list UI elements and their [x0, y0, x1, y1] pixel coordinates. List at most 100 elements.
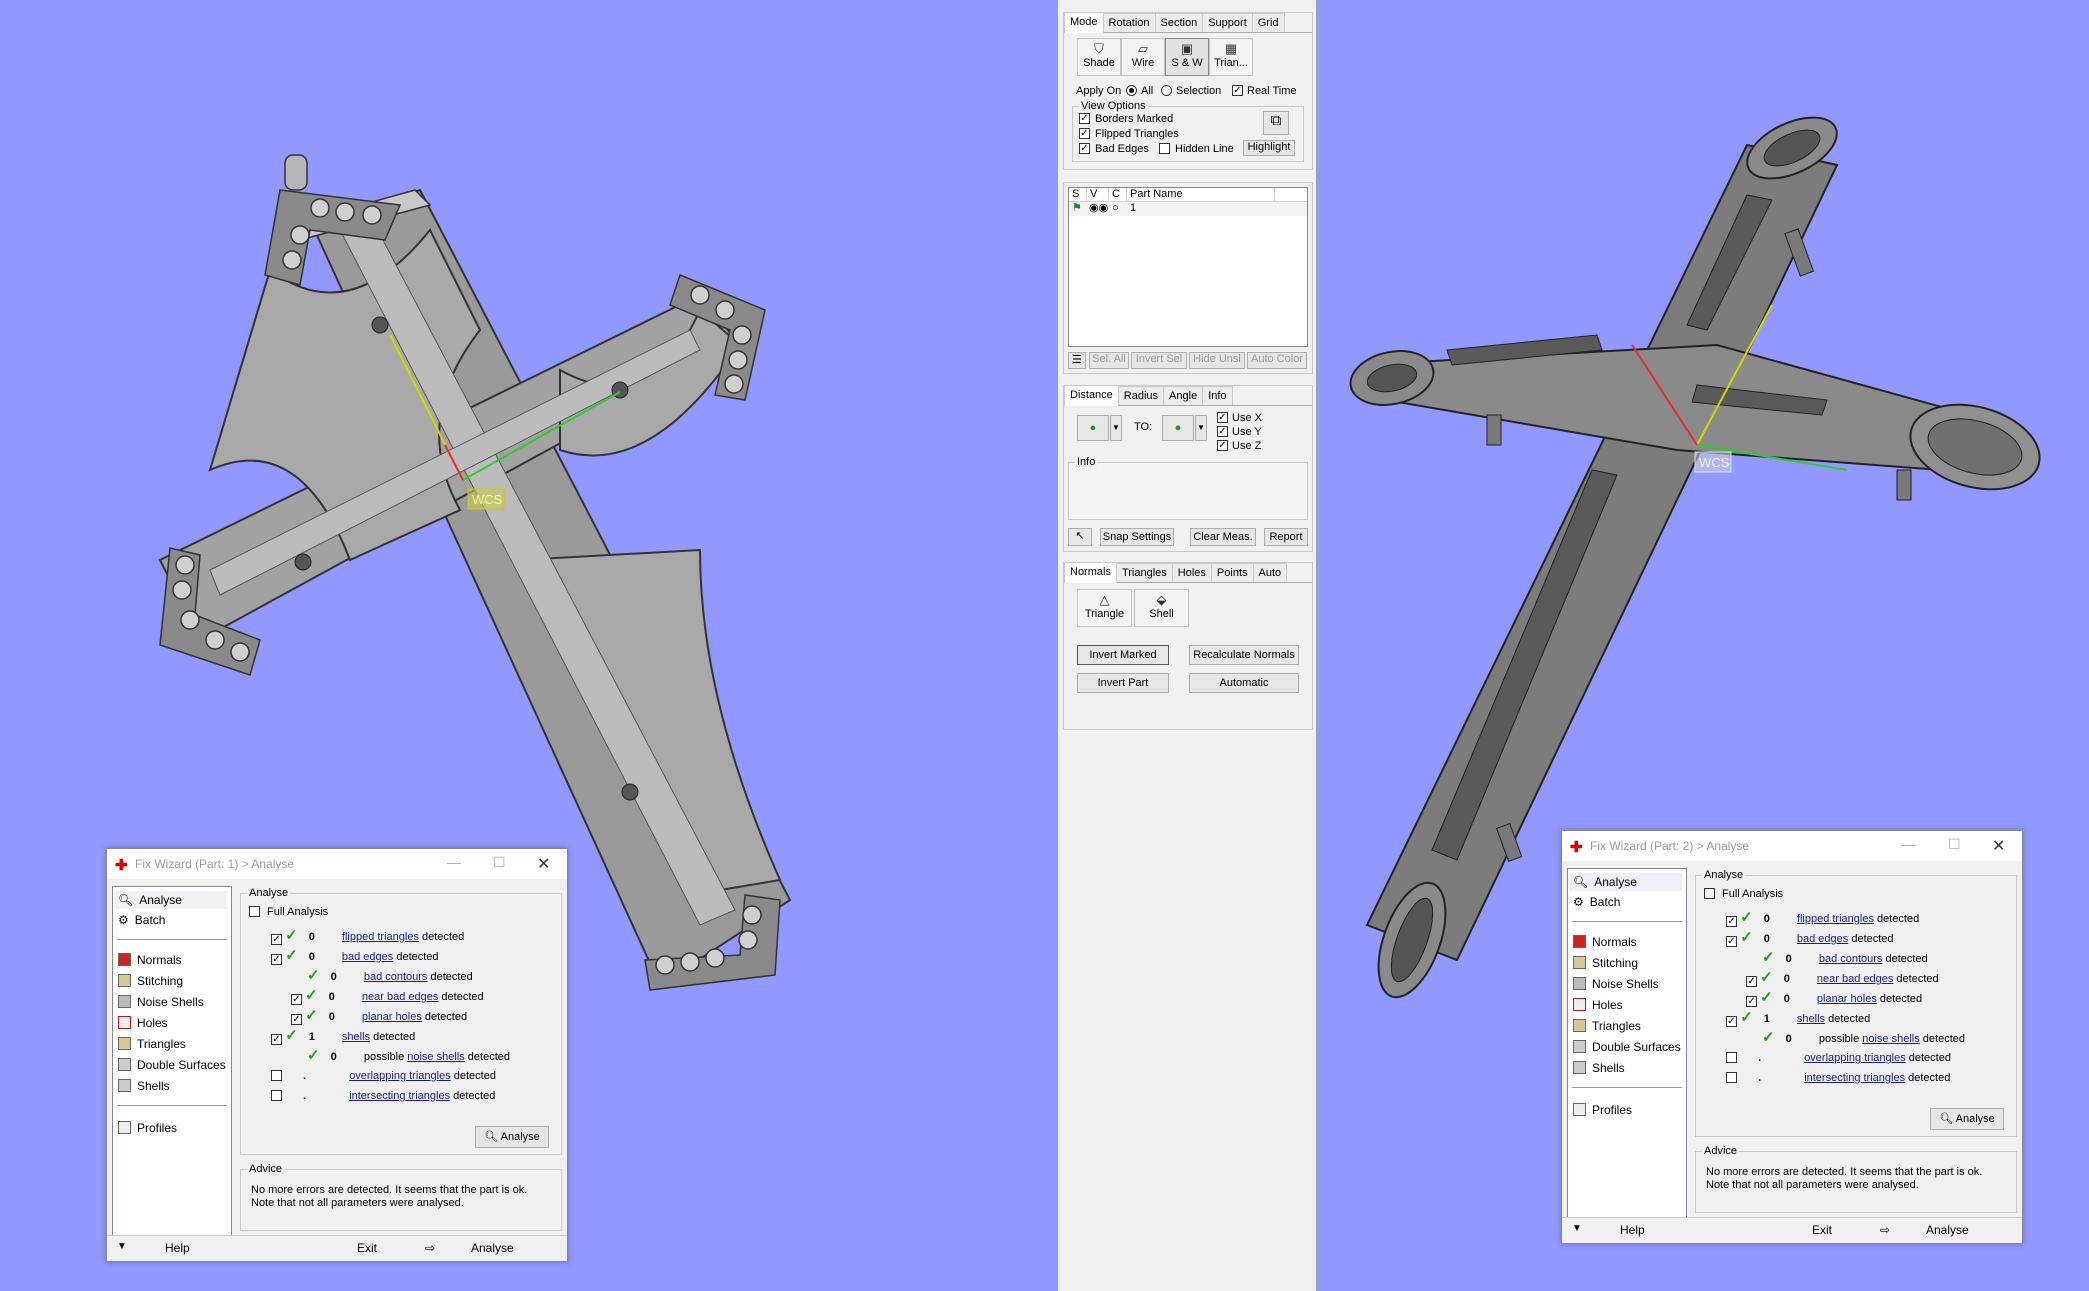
close-button[interactable]: ✕ — [1992, 836, 2005, 856]
tab-radius[interactable]: Radius — [1117, 386, 1165, 405]
sidebar-item-normals[interactable]: Normals — [1573, 933, 1637, 951]
list-options-button[interactable]: ☰ — [1068, 352, 1086, 369]
bad-contours-link[interactable]: bad contours — [1819, 953, 1883, 965]
minimize-button[interactable]: — — [447, 854, 461, 870]
footer-analyse-button[interactable]: Analyse — [1926, 1223, 1969, 1237]
tab-support[interactable]: Support — [1202, 13, 1253, 32]
flipped-triangles-checkbox[interactable]: ✓ — [1079, 128, 1090, 139]
sidebar-item-holes[interactable]: Holes — [118, 1014, 168, 1032]
sidebar-item-triangles[interactable]: Triangles — [1573, 1017, 1641, 1035]
near-bad-edges-checkbox[interactable]: ✓ — [1746, 976, 1757, 987]
view-cube-button[interactable]: ⧉ — [1263, 111, 1289, 135]
chevron-down-icon[interactable]: ▼ — [117, 1241, 127, 1252]
hidden-line-checkbox[interactable] — [1159, 143, 1170, 154]
near-bad-edges-checkbox[interactable]: ✓ — [291, 994, 302, 1005]
invert-marked-button[interactable]: Invert Marked — [1077, 645, 1169, 665]
maximize-button[interactable]: ☐ — [493, 854, 506, 871]
tab-distance[interactable]: Distance — [1064, 385, 1119, 406]
recalculate-normals-button[interactable]: Recalculate Normals — [1189, 645, 1299, 665]
sidebar-item-profiles[interactable]: Profiles — [1573, 1101, 1632, 1119]
to-point-button[interactable]: ● — [1162, 415, 1194, 441]
bad-edges-checkbox[interactable]: ✓ — [1079, 143, 1090, 154]
sidebar-item-profiles[interactable]: Profiles — [118, 1119, 177, 1137]
sidebar-item-noise-shells[interactable]: Noise Shells — [118, 993, 204, 1011]
apply-selection-radio[interactable] — [1161, 85, 1172, 96]
pointer-button[interactable]: ↖ — [1068, 528, 1092, 546]
tab-angle[interactable]: Angle — [1163, 386, 1204, 405]
overlapping-triangles-link[interactable]: overlapping triangles — [1804, 1052, 1906, 1064]
exit-button[interactable]: Exit — [1812, 1223, 1832, 1237]
triangles-button[interactable]: ▦ Trian... — [1209, 38, 1253, 76]
noise-shells-link[interactable]: noise shells — [1862, 1033, 1919, 1045]
shells-checkbox[interactable]: ✓ — [271, 1034, 282, 1045]
chevron-down-icon[interactable]: ▼ — [1572, 1223, 1582, 1234]
analyse-button[interactable]: 🔍︎ Analyse — [475, 1126, 549, 1148]
flipped-triangles-checkbox[interactable]: ✓ — [271, 934, 282, 945]
report-button[interactable]: Report — [1264, 528, 1308, 546]
tab-grid[interactable]: Grid — [1251, 13, 1285, 32]
planar-holes-link[interactable]: planar holes — [1817, 993, 1877, 1005]
flipped-triangles-link[interactable]: flipped triangles — [1797, 913, 1874, 925]
use-x-checkbox[interactable]: ✓ — [1217, 412, 1228, 423]
sidebar-item-shells[interactable]: Shells — [118, 1077, 170, 1095]
close-button[interactable]: ✕ — [537, 854, 550, 874]
help-button[interactable]: Help — [1620, 1223, 1645, 1237]
tab-rotation[interactable]: Rotation — [1102, 13, 1156, 32]
highlight-button[interactable]: Highlight — [1243, 140, 1295, 156]
flipped-triangles-checkbox[interactable]: ✓ — [1726, 916, 1737, 927]
footer-analyse-button[interactable]: Analyse — [471, 1241, 514, 1255]
analyse-button[interactable]: 🔍︎ Analyse — [1930, 1108, 2004, 1130]
to-dropdown[interactable]: ▼ — [1195, 415, 1207, 441]
part-row[interactable]: ⚑ ◉◉ ○ 1 — [1069, 202, 1307, 216]
sidebar-item-analyse[interactable]: 🔍︎ Analyse — [1570, 873, 1682, 891]
intersecting-triangles-checkbox[interactable] — [1726, 1072, 1737, 1083]
help-button[interactable]: Help — [165, 1241, 190, 1255]
invert-part-button[interactable]: Invert Part — [1077, 673, 1169, 693]
tab-holes[interactable]: Holes — [1171, 563, 1212, 582]
automatic-button[interactable]: Automatic — [1189, 673, 1299, 693]
col-c[interactable]: C — [1109, 188, 1127, 201]
planar-holes-checkbox[interactable]: ✓ — [291, 1014, 302, 1025]
sidebar-item-noise-shells[interactable]: Noise Shells — [1573, 975, 1659, 993]
intersecting-triangles-checkbox[interactable] — [271, 1090, 282, 1101]
bad-edges-link[interactable]: bad edges — [342, 951, 393, 963]
shade-and-wire-button[interactable]: ▣ S & W — [1165, 38, 1209, 76]
bad-contours-link[interactable]: bad contours — [364, 971, 428, 983]
sidebar-item-batch[interactable]: ⚙ Batch — [118, 911, 165, 929]
sidebar-item-stitching[interactable]: Stitching — [118, 972, 183, 990]
sidebar-item-double-surfaces[interactable]: Double Surfaces — [118, 1056, 226, 1074]
intersecting-triangles-link[interactable]: intersecting triangles — [349, 1090, 450, 1102]
overlapping-triangles-checkbox[interactable] — [271, 1070, 282, 1081]
near-bad-edges-link[interactable]: near bad edges — [362, 991, 438, 1003]
use-z-checkbox[interactable]: ✓ — [1217, 440, 1228, 451]
snap-settings-button[interactable]: Snap Settings — [1100, 528, 1174, 546]
minimize-button[interactable]: — — [1902, 836, 1916, 852]
full-analysis-checkbox[interactable] — [249, 906, 260, 917]
apply-all-radio[interactable] — [1126, 85, 1137, 96]
from-dropdown[interactable]: ▼ — [1110, 415, 1122, 441]
part-list[interactable]: S V C Part Name ⚑ ◉◉ ○ 1 — [1068, 187, 1308, 347]
select-all-button[interactable]: Sel. All — [1089, 352, 1129, 369]
use-y-checkbox[interactable]: ✓ — [1217, 426, 1228, 437]
tab-normals[interactable]: Normals — [1064, 562, 1117, 583]
shell-mark-button[interactable]: ⬙ Shell — [1134, 589, 1189, 627]
borders-marked-checkbox[interactable]: ✓ — [1079, 113, 1090, 124]
tab-info[interactable]: Info — [1202, 386, 1233, 405]
window-titlebar[interactable]: ✚ Fix Wizard (Part: 1) > Analyse — ☐ ✕ — [107, 849, 567, 879]
overlapping-triangles-checkbox[interactable] — [1726, 1052, 1737, 1063]
col-part-name[interactable]: Part Name — [1127, 188, 1275, 201]
window-titlebar[interactable]: ✚ Fix Wizard (Part: 2) > Analyse — ☐ ✕ — [1562, 831, 2022, 861]
sidebar-item-normals[interactable]: Normals — [118, 951, 182, 969]
color-circle-icon[interactable]: ○ — [1109, 202, 1127, 216]
shells-link[interactable]: shells — [342, 1031, 370, 1043]
select-flag-icon[interactable]: ⚑ — [1069, 202, 1087, 216]
full-analysis-checkbox[interactable] — [1704, 888, 1715, 899]
shells-checkbox[interactable]: ✓ — [1726, 1016, 1737, 1027]
noise-shells-link[interactable]: noise shells — [407, 1051, 464, 1063]
col-v[interactable]: V — [1087, 188, 1109, 201]
shells-link[interactable]: shells — [1797, 1013, 1825, 1025]
sidebar-item-shells[interactable]: Shells — [1573, 1059, 1625, 1077]
sidebar-item-triangles[interactable]: Triangles — [118, 1035, 186, 1053]
bad-edges-checkbox[interactable]: ✓ — [1726, 936, 1737, 947]
intersecting-triangles-link[interactable]: intersecting triangles — [1804, 1072, 1905, 1084]
